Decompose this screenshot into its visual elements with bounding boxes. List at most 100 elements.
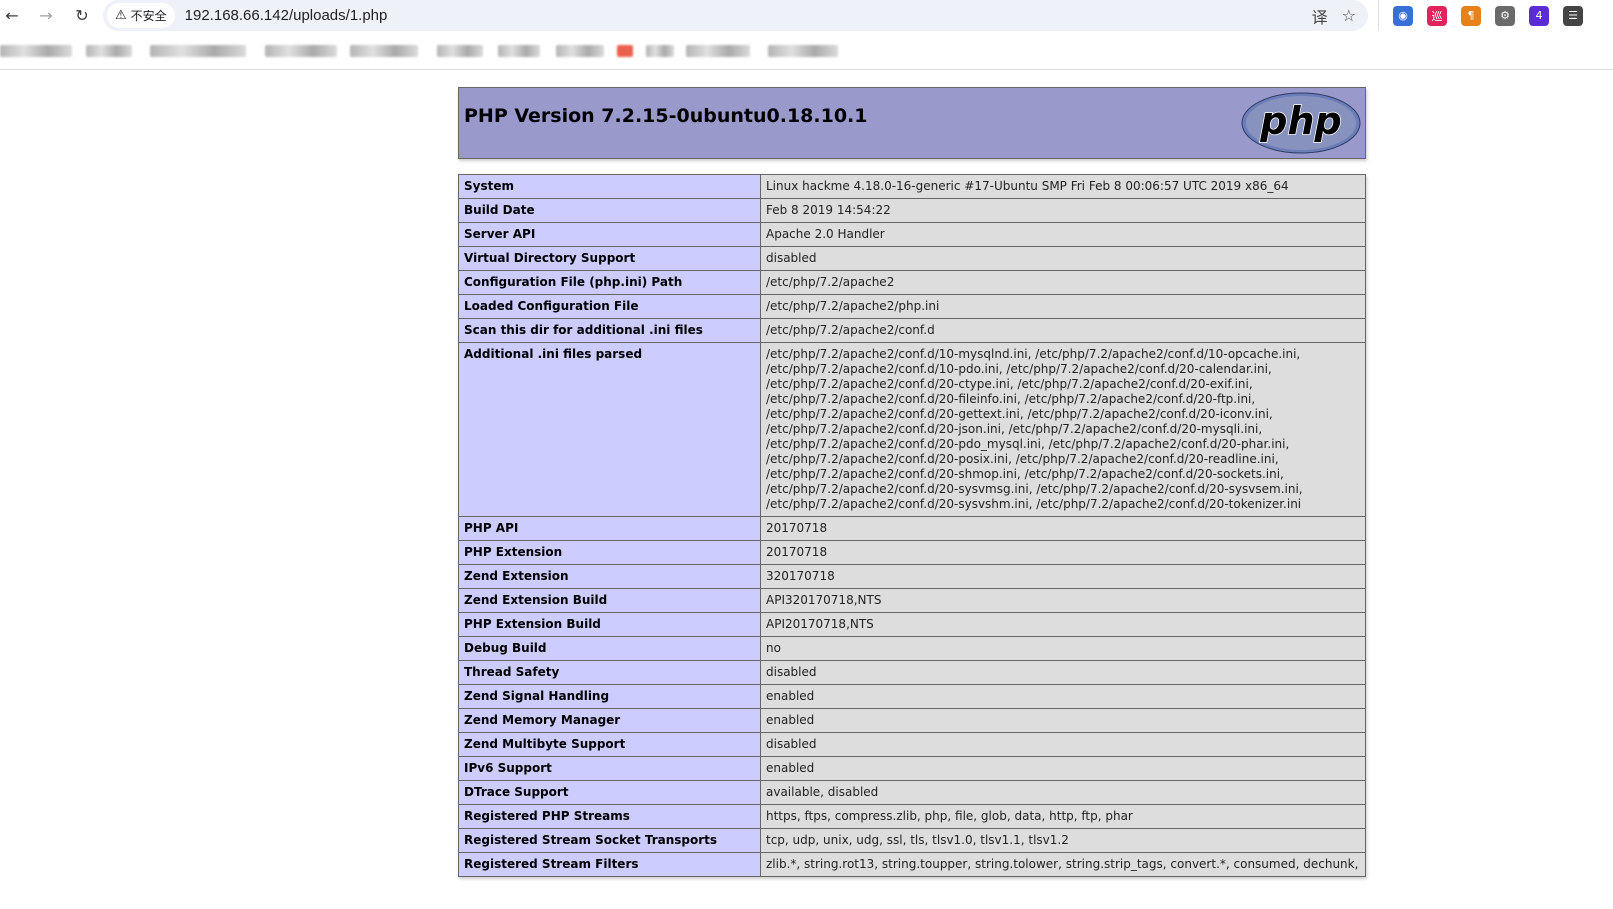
table-row: Registered Stream Filters zlib.*, string.… [458, 852, 1366, 877]
bookmark-item[interactable] [0, 45, 72, 57]
purple-extension-icon[interactable]: 4 [1529, 5, 1549, 26]
setting-value: enabled [760, 684, 1366, 709]
bookmark-item[interactable] [617, 45, 633, 57]
setting-value: /etc/php/7.2/apache2/php.ini [760, 294, 1366, 319]
table-row: Zend Signal Handling enabled [458, 684, 1366, 709]
bookmark-item[interactable] [768, 45, 838, 57]
url-text[interactable]: 192.168.66.142/uploads/1.php [185, 7, 388, 24]
bookmark-item[interactable] [86, 45, 132, 57]
setting-key: Scan this dir for additional .ini files [458, 318, 761, 343]
setting-value: 320170718 [760, 564, 1366, 589]
setting-value: Feb 8 2019 14:54:22 [760, 198, 1366, 223]
setting-key: Build Date [458, 198, 761, 223]
forward-icon[interactable]: → [34, 4, 58, 28]
setting-key: PHP Extension [458, 540, 761, 565]
bookmark-item[interactable] [498, 45, 540, 57]
table-row: System Linux hackme 4.18.0-16-generic #17… [458, 174, 1366, 199]
setting-key: Registered Stream Filters [458, 852, 761, 877]
omnibox-actions: 译 ☆ [1312, 0, 1356, 31]
setting-key: Configuration File (php.ini) Path [458, 270, 761, 295]
extensions-area: ◉ 巡 ¶ ⚙ 4 ☰ [1378, 0, 1613, 31]
table-row: Zend Extension 320170718 [458, 564, 1366, 589]
bookmark-item[interactable] [265, 45, 337, 57]
setting-value: API20170718,NTS [760, 612, 1366, 637]
setting-key: Thread Safety [458, 660, 761, 685]
bookmark-item[interactable] [556, 45, 604, 57]
setting-key: System [458, 174, 761, 199]
setting-key: Debug Build [458, 636, 761, 661]
browser-toolbar: ← → ↻ ⚠ 不安全 192.168.66.142/uploads/1.php… [0, 0, 1613, 31]
setting-key: Zend Multibyte Support [458, 732, 761, 757]
bookmark-item[interactable] [646, 45, 674, 57]
setting-key: Zend Extension [458, 564, 761, 589]
page-title: PHP Version 7.2.15-0ubuntu0.18.10.1 [464, 105, 868, 127]
bookmark-item[interactable] [437, 45, 483, 57]
security-label: 不安全 [130, 9, 167, 23]
setting-value: disabled [760, 732, 1366, 757]
setting-value: disabled [760, 246, 1366, 271]
setting-key: Additional .ini files parsed [458, 342, 761, 517]
setting-value: zlib.*, string.rot13, string.toupper, st… [760, 852, 1366, 877]
table-row: Zend Extension Build API320170718,NTS [458, 588, 1366, 613]
back-icon[interactable]: ← [0, 4, 24, 28]
setting-value: disabled [760, 660, 1366, 685]
table-row: PHP Extension Build API20170718,NTS [458, 612, 1366, 637]
setting-value: Apache 2.0 Handler [760, 222, 1366, 247]
setting-value: /etc/php/7.2/apache2 [760, 270, 1366, 295]
table-row: Virtual Directory Support disabled [458, 246, 1366, 271]
setting-value: available, disabled [760, 780, 1366, 805]
setting-value: /etc/php/7.2/apache2/conf.d [760, 318, 1366, 343]
table-row: Zend Multibyte Support disabled [458, 732, 1366, 757]
security-chip[interactable]: ⚠ 不安全 [107, 3, 175, 28]
php-logo-icon: php [1241, 92, 1361, 154]
setting-value: API320170718,NTS [760, 588, 1366, 613]
table-row: PHP API 20170718 [458, 516, 1366, 541]
setting-key: Zend Memory Manager [458, 708, 761, 733]
setting-value: /etc/php/7.2/apache2/conf.d/10-mysqlnd.i… [760, 342, 1366, 517]
setting-key: DTrace Support [458, 780, 761, 805]
setting-key: Virtual Directory Support [458, 246, 761, 271]
bookmark-star-icon[interactable]: ☆ [1342, 6, 1356, 25]
table-row: Configuration File (php.ini) Path/etc/ph… [458, 270, 1366, 295]
table-row: Additional .ini files parsed/etc/php/7.2… [458, 342, 1366, 517]
php-version-header: PHP Version 7.2.15-0ubuntu0.18.10.1 php [458, 87, 1366, 159]
table-row: Scan this dir for additional .ini files /… [458, 318, 1366, 343]
menu-extension-icon[interactable]: ☰ [1563, 5, 1583, 26]
bookmark-item[interactable] [350, 45, 418, 57]
table-row: Loaded Configuration File/etc/php/7.2/ap… [458, 294, 1366, 319]
warning-icon: ⚠ [115, 8, 127, 23]
phpinfo-container: PHP Version 7.2.15-0ubuntu0.18.10.1 php … [458, 87, 1366, 877]
red-extension-icon[interactable]: 巡 [1427, 5, 1447, 26]
table-row: DTrace Support available, disabled [458, 780, 1366, 805]
table-row: Registered Stream Socket Transports tcp, … [458, 828, 1366, 853]
setting-key: Server API [458, 222, 761, 247]
bookmark-item[interactable] [686, 45, 750, 57]
paragraph-extension-icon[interactable]: ¶ [1461, 5, 1481, 26]
bookmarks-bar [0, 31, 1613, 70]
globe-extension-icon[interactable]: ◉ [1393, 5, 1413, 26]
setting-value: no [760, 636, 1366, 661]
address-bar[interactable]: ⚠ 不安全 192.168.66.142/uploads/1.php 译 ☆ [103, 0, 1368, 31]
proxy-extension-icon[interactable]: ⚙ [1495, 5, 1515, 26]
setting-key: IPv6 Support [458, 756, 761, 781]
bookmark-item[interactable] [150, 45, 246, 57]
table-row: Server API Apache 2.0 Handler [458, 222, 1366, 247]
table-row: Registered PHP Streams https, ftps, compr… [458, 804, 1366, 829]
php-logo-text: php [1259, 99, 1341, 143]
reload-icon[interactable]: ↻ [70, 4, 94, 28]
table-row: Debug Build no [458, 636, 1366, 661]
setting-value: 20170718 [760, 540, 1366, 565]
translate-icon[interactable]: 译 [1312, 4, 1328, 28]
setting-value: 20170718 [760, 516, 1366, 541]
setting-value: enabled [760, 708, 1366, 733]
table-row: Zend Memory Manager enabled [458, 708, 1366, 733]
setting-key: PHP Extension Build [458, 612, 761, 637]
setting-value: Linux hackme 4.18.0-16-generic #17-Ubunt… [760, 174, 1366, 199]
setting-key: Zend Extension Build [458, 588, 761, 613]
table-row: Build Date Feb 8 2019 14:54:22 [458, 198, 1366, 223]
setting-value: tcp, udp, unix, udg, ssl, tls, tlsv1.0, … [760, 828, 1366, 853]
table-row: PHP Extension 20170718 [458, 540, 1366, 565]
phpinfo-table: System Linux hackme 4.18.0-16-generic #17… [458, 174, 1366, 877]
table-row: Thread Safety disabled [458, 660, 1366, 685]
setting-key: PHP API [458, 516, 761, 541]
